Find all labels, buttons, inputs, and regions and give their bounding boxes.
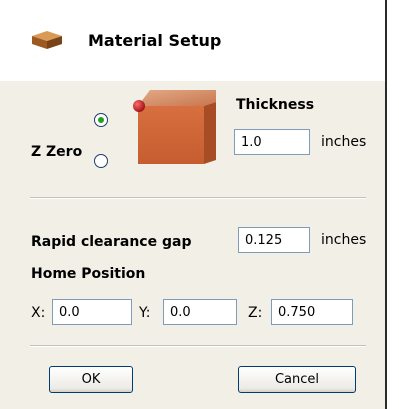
thickness-unit: inches [321,134,367,150]
thickness-input[interactable] [234,129,310,155]
material-block-icon [32,31,62,49]
z-zero-top-radio[interactable] [94,113,108,127]
home-y-label: Y: [139,305,151,321]
material-block-illustration [133,90,216,164]
separator-bottom [30,345,366,347]
home-x-input[interactable] [52,299,132,325]
home-x-label: X: [31,305,46,321]
rapid-clearance-input[interactable] [238,227,310,253]
home-z-input[interactable] [271,299,353,325]
home-y-input[interactable] [163,299,237,325]
home-z-label: Z: [248,305,263,321]
thickness-label: Thickness [236,97,315,113]
dialog-header: Material Setup [0,0,385,82]
z-zero-bottom-radio[interactable] [94,154,108,168]
dialog-body: Z Zero Thickness 1.0 inches Rapid cleara… [0,81,385,409]
home-position-label: Home Position [31,266,146,282]
rapid-clearance-unit: inches [321,232,367,248]
rapid-clearance-label: Rapid clearance gap [31,234,192,250]
radio-selected-dot [98,117,104,123]
dialog-title: Material Setup [88,31,222,50]
z-zero-label: Z Zero [31,144,83,160]
material-setup-dialog: Material Setup Z Zero Thickness 1.0 inch… [0,0,387,409]
ok-button[interactable]: OK [49,366,133,393]
separator-top [30,197,366,199]
cancel-button[interactable]: Cancel [238,366,356,393]
